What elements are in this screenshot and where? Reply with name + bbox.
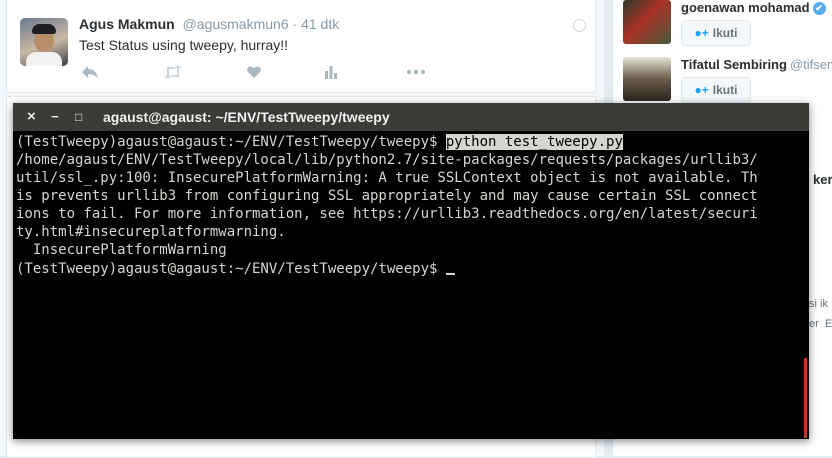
selected-command[interactable]: python test_tweepy.py (445, 134, 623, 150)
like-icon[interactable] (246, 64, 262, 82)
sidebar-fragment: er (809, 318, 819, 330)
terminal-line: (TestTweepy)agaust@agaust:~/ENV/TestTwee… (16, 133, 806, 151)
follow-button-label: Ikuti (712, 26, 738, 40)
text-cursor (445, 259, 455, 275)
avatar[interactable] (623, 0, 671, 44)
tweet-separator: · (292, 16, 298, 32)
tweet-text: Test Status using tweepy, hurray!! (79, 37, 289, 53)
terminal-titlebar[interactable]: × − □ agaust@agaust: ~/ENV/TestTweepy/tw… (13, 103, 809, 131)
suggestion-name[interactable]: Tifatul Sembiring@tifsem (681, 57, 832, 72)
follow-button[interactable]: ●+ Ikuti (681, 20, 751, 46)
close-button[interactable]: × (27, 103, 36, 131)
follow-suggestion: goenawan mohamad ✔ ●+ Ikuti (623, 0, 832, 52)
retweet-icon[interactable] (163, 64, 183, 82)
tweet-time[interactable]: 41 dtk (301, 16, 339, 32)
more-icon[interactable] (406, 64, 426, 82)
suggestion-display-name[interactable]: Tifatul Sembiring (681, 57, 787, 72)
suggestion-name[interactable]: goenawan mohamad ✔ (681, 0, 826, 16)
suggestion-handle[interactable]: @tifsem (790, 57, 832, 72)
tweet-author-name[interactable]: Agus Makmun (79, 16, 175, 32)
maximize-button[interactable]: □ (75, 103, 82, 131)
terminal-title: agaust@agaust: ~/ENV/TestTweepy/tweepy (103, 109, 390, 125)
follow-button-label: Ikuti (712, 83, 738, 97)
tweet-author-handle[interactable]: @agusmakmun6 (183, 16, 289, 32)
terminal-line: ty.html#insecureplatformwarning. (16, 224, 286, 240)
add-user-icon: ●+ (694, 26, 709, 40)
terminal-line: InsecurePlatformWarning (16, 242, 227, 258)
add-user-icon: ●+ (694, 83, 709, 97)
shell-prompt: (TestTweepy)agaust@agaust:~/ENV/TestTwee… (16, 261, 446, 277)
reply-icon[interactable] (81, 64, 99, 82)
terminal-line: util/ssl_.py:100: InsecurePlatformWarnin… (16, 170, 758, 186)
terminal-line: is prevents urllib3 from configuring SSL… (16, 188, 758, 204)
terminal-window[interactable]: × − □ agaust@agaust: ~/ENV/TestTweepy/tw… (13, 103, 809, 439)
analytics-icon[interactable] (324, 64, 338, 82)
tweet-card[interactable]: Agus Makmun @agusmakmun6 · 41 dtk Test S… (6, 0, 596, 93)
verified-icon: ✔ (812, 2, 826, 16)
terminal-line: ions to fail. For more information, see … (16, 206, 758, 222)
globe-icon (573, 19, 586, 32)
terminal-output[interactable]: (TestTweepy)agaust@agaust:~/ENV/TestTwee… (16, 133, 806, 437)
scrollbar[interactable] (804, 358, 807, 438)
minimize-button[interactable]: − (51, 103, 59, 131)
avatar[interactable] (20, 18, 68, 66)
avatar[interactable] (623, 57, 671, 101)
sidebar-fragment: E (825, 318, 832, 330)
follow-button[interactable]: ●+ Ikuti (681, 77, 751, 103)
shell-prompt: (TestTweepy)agaust@agaust:~/ENV/TestTwee… (16, 134, 446, 150)
tweet-actions (79, 64, 439, 84)
terminal-line: /home/agaust/ENV/TestTweepy/local/lib/py… (16, 152, 758, 168)
tweet-header: Agus Makmun @agusmakmun6 · 41 dtk (79, 16, 339, 32)
terminal-line: (TestTweepy)agaust@agaust:~/ENV/TestTwee… (16, 259, 806, 278)
follow-suggestion: Tifatul Sembiring@tifsem ●+Ikuti (623, 57, 832, 109)
sidebar-fragment: ker (813, 172, 832, 187)
suggestion-display-name[interactable]: goenawan mohamad (681, 0, 810, 15)
sidebar-fragment: si ik (809, 298, 828, 310)
